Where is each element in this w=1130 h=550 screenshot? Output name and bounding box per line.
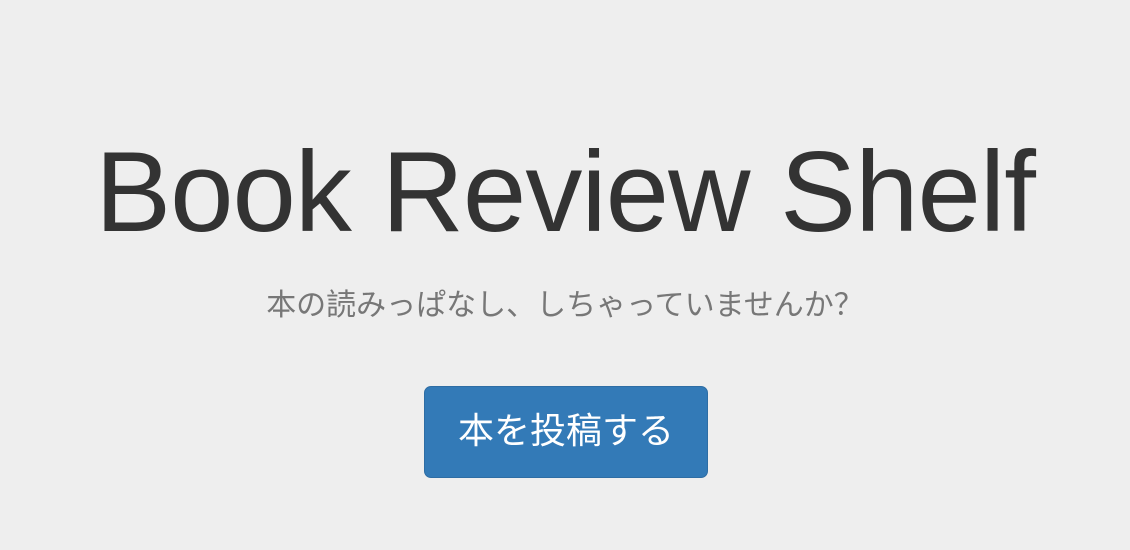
page-subtitle: 本の読みっぱなし、しちゃっていませんか？ [266, 288, 864, 323]
post-book-button[interactable]: 本を投稿する [424, 386, 708, 478]
page-title: Book Review Shelf [95, 129, 1036, 256]
hero-section: Book Review Shelf 本の読みっぱなし、しちゃっていませんか？ 本… [0, 0, 1130, 550]
